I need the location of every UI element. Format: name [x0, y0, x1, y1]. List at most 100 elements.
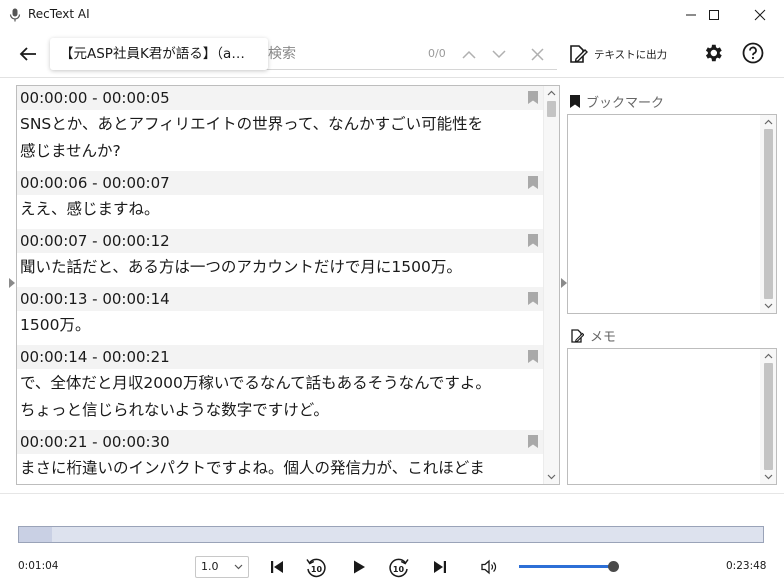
scroll-down-button[interactable] [760, 470, 776, 484]
help-button[interactable] [740, 40, 766, 66]
search-box: 0/0 [262, 38, 557, 70]
total-time: 0:23:48 [726, 560, 767, 572]
transcript-entry[interactable]: 00:00:00 - 00:00:05 SNSとか、あとアフィリエイトの世界って… [17, 86, 543, 171]
chevron-down-icon [234, 564, 243, 570]
transcript-entry[interactable]: 00:00:21 - 00:00:30 まさに桁違いのインパクトですよね。個人の… [17, 430, 543, 484]
close-icon [530, 47, 544, 61]
bookmark-icon [570, 95, 580, 108]
skip-to-start-button[interactable] [264, 554, 290, 580]
search-count: 0/0 [428, 47, 446, 60]
memo-panel-label: メモ [590, 330, 617, 345]
maximize-icon [709, 10, 719, 20]
speaker-icon [481, 559, 497, 575]
bookmark-scrollbar[interactable] [760, 115, 776, 313]
play-icon [354, 560, 365, 574]
playback-progress-fill [19, 527, 53, 542]
scroll-thumb[interactable] [764, 129, 773, 299]
search-input[interactable] [268, 42, 418, 66]
transcript-entry[interactable]: 00:00:07 - 00:00:12 聞いた話だと、ある方は一つのアカウントだ… [17, 229, 543, 287]
chevron-up-icon [764, 119, 772, 125]
splitter-left-arrow-icon[interactable] [9, 278, 15, 288]
memo-scrollbar[interactable] [760, 349, 776, 484]
scroll-down-button[interactable] [544, 470, 559, 484]
scroll-thumb[interactable] [764, 363, 773, 470]
volume-slider[interactable] [519, 561, 620, 572]
volume-button[interactable] [476, 554, 502, 580]
close-window-button[interactable] [737, 0, 783, 30]
rewind-10-button[interactable]: 10 [303, 554, 329, 580]
forward-10-button[interactable]: 10 [386, 554, 412, 580]
chevron-down-icon [547, 474, 556, 480]
play-button[interactable] [346, 554, 372, 580]
entry-timestamp: 00:00:14 - 00:00:21 [17, 345, 543, 369]
microphone-icon [9, 8, 21, 22]
transcript-list: 00:00:00 - 00:00:05 SNSとか、あとアフィリエイトの世界って… [17, 86, 543, 484]
bookmark-icon[interactable] [528, 234, 538, 247]
bookmark-icon[interactable] [528, 176, 538, 189]
export-document-icon [570, 45, 588, 63]
chevron-down-icon [764, 474, 772, 480]
playback-speed-value: 1.0 [201, 560, 219, 573]
bookmark-list[interactable] [567, 114, 777, 314]
player-divider [0, 493, 784, 494]
playback-progress-bar[interactable] [18, 526, 764, 543]
search-prev-button[interactable] [460, 45, 478, 63]
rewind-10-icon: 10 [306, 558, 326, 578]
entry-text: SNSとか、あとアフィリエイトの世界って、なんかすごい可能性を 感じませんか? [20, 115, 484, 160]
svg-text:10: 10 [311, 565, 323, 574]
playback-speed-select[interactable]: 1.0 [195, 556, 249, 578]
current-time: 0:01:04 [18, 560, 59, 572]
bookmark-icon[interactable] [528, 350, 538, 363]
volume-thumb[interactable] [608, 561, 620, 572]
settings-button[interactable] [700, 40, 726, 66]
entry-timestamp: 00:00:07 - 00:00:12 [17, 229, 543, 253]
search-clear-button[interactable] [528, 45, 546, 63]
transcript-entry[interactable]: 00:00:14 - 00:00:21 で、全体だと月収2000万稼いでるなんて… [17, 345, 543, 430]
chevron-up-icon [764, 353, 772, 359]
svg-text:10: 10 [393, 565, 405, 574]
chevron-up-icon [547, 90, 556, 96]
memo-textarea[interactable] [567, 348, 777, 485]
forward-10-icon: 10 [389, 558, 409, 578]
back-button[interactable] [14, 40, 42, 68]
entry-timestamp: 00:00:21 - 00:00:30 [17, 430, 543, 454]
skip-next-icon [434, 561, 446, 573]
memo-panel-header: メモ [570, 326, 616, 345]
scroll-up-button[interactable] [544, 86, 559, 100]
skip-to-end-button[interactable] [427, 554, 453, 580]
bookmark-icon[interactable] [528, 292, 538, 305]
title-bar: RecText AI [0, 0, 784, 30]
transcript-entry[interactable]: 00:00:13 - 00:00:14 1500万。 [17, 287, 543, 345]
search-next-button[interactable] [490, 45, 508, 63]
document-title[interactable]: 【元ASP社員K君が語る】（a… [50, 38, 268, 70]
scroll-thumb[interactable] [547, 101, 556, 117]
entry-text: 聞いた話だと、ある方は一つのアカウントだけで月に1500万。 [20, 258, 462, 276]
window-title: RecText AI [28, 7, 90, 21]
memo-edit-icon [571, 328, 584, 343]
bookmark-panel-header: ブックマーク [570, 92, 664, 111]
entry-text: 1500万。 [20, 316, 91, 334]
volume-fill [519, 565, 614, 568]
bookmark-panel-label: ブックマーク [586, 96, 665, 111]
transcript-panel: 00:00:00 - 00:00:05 SNSとか、あとアフィリエイトの世界って… [16, 85, 560, 485]
scroll-down-button[interactable] [760, 299, 776, 313]
entry-text: ええ、感じますね。 [20, 200, 160, 218]
arrow-left-icon [19, 47, 36, 61]
scroll-up-button[interactable] [760, 115, 776, 129]
close-icon [754, 9, 766, 21]
bookmark-icon[interactable] [528, 435, 538, 448]
gear-icon [705, 44, 722, 62]
chevron-down-icon [764, 303, 772, 309]
entry-timestamp: 00:00:06 - 00:00:07 [17, 171, 543, 195]
scroll-up-button[interactable] [760, 349, 776, 363]
toolbar: 0/0 【元ASP社員K君が語る】（a… テキストに出力 [0, 30, 784, 78]
maximize-button[interactable] [691, 0, 737, 30]
chevron-up-icon [462, 50, 476, 59]
export-text-button[interactable]: テキストに出力 [568, 40, 667, 68]
transcript-scrollbar[interactable] [543, 86, 559, 484]
entry-text: で、全体だと月収2000万稼いでるなんて話もあるそうなんですよ。 ちょっと信じられ… [20, 374, 491, 419]
transcript-entry[interactable]: 00:00:06 - 00:00:07 ええ、感じますね。 [17, 171, 543, 229]
entry-timestamp: 00:00:00 - 00:00:05 [17, 86, 543, 110]
entry-text: まさに桁違いのインパクトですよね。個人の発信力が、これほどま [20, 459, 485, 477]
bookmark-icon[interactable] [528, 91, 538, 104]
